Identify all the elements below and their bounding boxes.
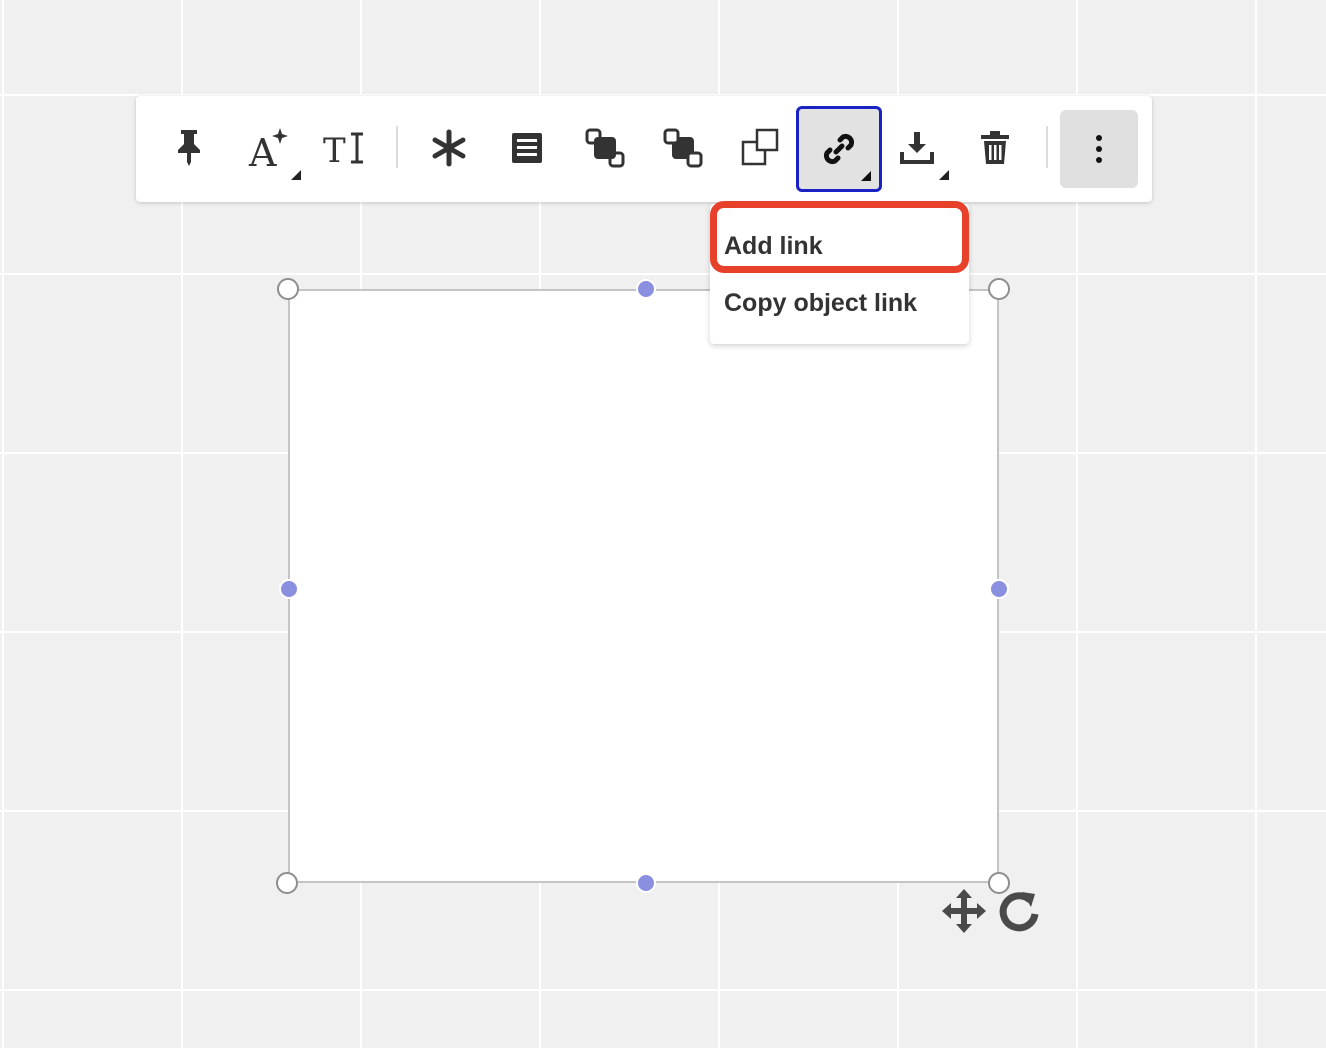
download-button[interactable]: [877, 108, 957, 188]
resize-handle-bottom[interactable]: [636, 873, 656, 893]
resize-handle-top-left[interactable]: [277, 278, 299, 300]
svg-text:A: A: [248, 131, 277, 170]
pin-icon: [175, 128, 203, 168]
move-icon[interactable]: [940, 887, 988, 935]
more-options-button[interactable]: [1060, 110, 1138, 188]
snowflake-icon: [430, 129, 468, 167]
svg-text:T: T: [323, 131, 346, 168]
resize-handle-right[interactable]: [989, 579, 1009, 599]
bring-forward-button[interactable]: [565, 108, 645, 188]
more-vertical-icon: [1094, 134, 1104, 164]
link-icon: [820, 130, 858, 168]
pin-button[interactable]: [149, 108, 229, 188]
text-style-dropdown-caret: [291, 170, 301, 180]
rotate-icon[interactable]: [995, 888, 1043, 936]
menu-item-copy-object-link[interactable]: Copy object link: [724, 288, 917, 318]
link-button[interactable]: [796, 106, 882, 192]
link-dropdown-menu: Add link Copy object link: [710, 204, 969, 344]
resize-handle-left[interactable]: [279, 579, 299, 599]
toolbar-separator: [396, 126, 398, 168]
object-toolbar: A T: [136, 96, 1152, 202]
resize-handle-top[interactable]: [636, 279, 656, 299]
send-backward-button[interactable]: [643, 108, 723, 188]
text-style-icon: A: [247, 126, 291, 170]
text-format-icon: T: [323, 128, 367, 168]
link-dropdown-caret: [861, 171, 871, 181]
notes-button[interactable]: [487, 108, 567, 188]
freeze-button[interactable]: [409, 108, 489, 188]
duplicate-icon: [741, 128, 781, 168]
notes-icon: [510, 131, 544, 165]
trash-icon: [980, 131, 1010, 165]
resize-handle-bottom-left[interactable]: [276, 872, 298, 894]
menu-item-add-link[interactable]: Add link: [724, 231, 823, 261]
bring-forward-icon: [585, 128, 625, 168]
text-style-button[interactable]: A: [229, 108, 309, 188]
selected-rectangle-shape[interactable]: [288, 289, 999, 883]
download-icon: [899, 130, 935, 166]
resize-handle-top-right[interactable]: [988, 278, 1010, 300]
send-backward-icon: [663, 128, 703, 168]
delete-button[interactable]: [955, 108, 1035, 188]
text-format-button[interactable]: T: [305, 108, 385, 188]
duplicate-button[interactable]: [721, 108, 801, 188]
toolbar-separator: [1046, 126, 1048, 168]
download-dropdown-caret: [939, 170, 949, 180]
